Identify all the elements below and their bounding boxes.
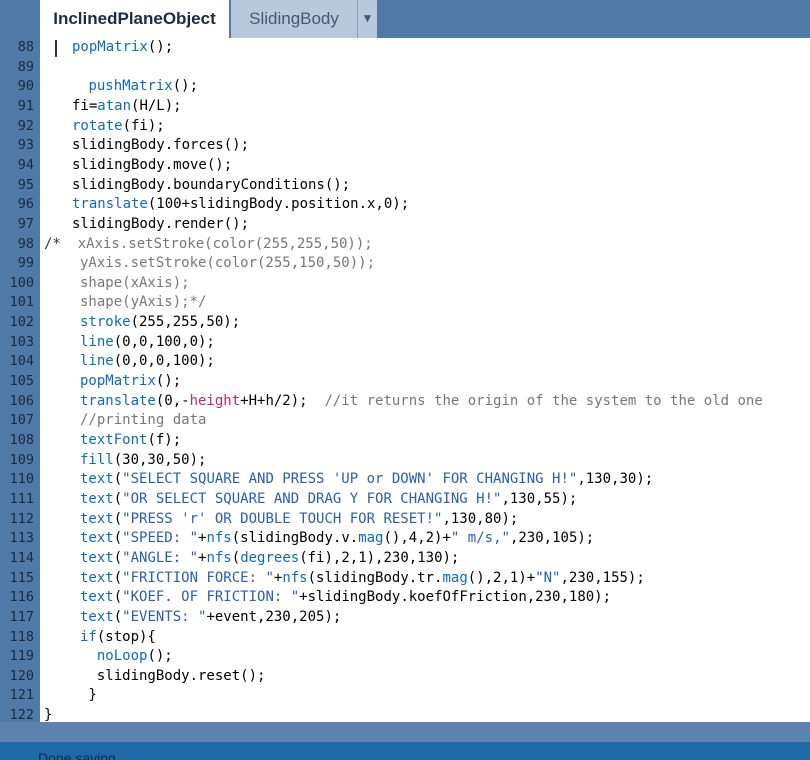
code-line: slidingBody.boundaryConditions();: [72, 176, 351, 193]
line-number: 106: [9, 392, 34, 409]
line-number: 117: [9, 608, 34, 625]
tab-menu-button[interactable]: ▼: [357, 0, 377, 38]
status-message: Done saving.: [38, 750, 120, 760]
code-line: if(stop){: [80, 628, 156, 645]
line-number: 121: [9, 687, 34, 704]
code-line: }: [80, 687, 97, 704]
code-line: slidingBody.forces();: [72, 137, 250, 154]
code-line: text("SELECT SQUARE AND PRESS 'UP or DOW…: [80, 471, 654, 488]
line-number: 114: [9, 549, 34, 566]
line-number: 93: [17, 137, 34, 154]
line-number: 96: [17, 196, 34, 213]
code-line: popMatrix();: [72, 39, 174, 55]
line-number: 103: [9, 333, 34, 350]
tab-bar: InclinedPlaneObject SlidingBody ▼: [0, 0, 810, 38]
line-number: 120: [9, 667, 34, 684]
line-number: 98: [17, 235, 34, 252]
tab-slidingbody[interactable]: SlidingBody: [231, 0, 357, 38]
code-line: pushMatrix();: [88, 78, 199, 95]
code-line: text("EVENTS: "+event,230,205);: [80, 608, 342, 625]
line-number: 91: [17, 97, 34, 114]
line-number: 110: [9, 471, 34, 488]
code-line: shape(xAxis);: [80, 274, 190, 291]
code-line: text("KOEF. OF FRICTION: "+slidingBody.k…: [80, 589, 612, 606]
code-line: translate(0,-height+H+h/2); //it returns…: [80, 392, 763, 409]
line-number: 118: [9, 628, 34, 645]
line-number: 115: [9, 569, 34, 586]
line-number: 119: [9, 648, 34, 665]
line-number: 116: [9, 589, 34, 606]
code-line: yAxis.setStroke(color(255,150,50));: [80, 255, 376, 272]
horizontal-scrollbar[interactable]: [0, 722, 810, 742]
code-line: fi=atan(H/L);: [72, 97, 182, 114]
line-number: 122: [9, 707, 34, 724]
line-number: 112: [9, 510, 34, 527]
line-number: 95: [17, 176, 34, 193]
line-number-gutter: 88 89 90 91 92 93 94 95 96 97 98 99 100 101 102 103 104 1…: [0, 38, 40, 724]
code-editor[interactable]: popMatrix(); pushMatrix(); fi=atan(H/L); r…: [40, 38, 810, 722]
line-number: 108: [9, 432, 34, 448]
code-line: }: [44, 707, 53, 722]
code-line: slidingBody.reset();: [80, 667, 266, 684]
code-line: shape(yAxis);*/: [80, 294, 207, 311]
text-cursor: [55, 40, 57, 57]
triangle-down-icon: ▼: [363, 11, 372, 25]
code-line: /* xAxis.setStroke(color(255,255,50));: [44, 235, 373, 252]
code-line: noLoop();: [96, 648, 173, 665]
status-bar: Done saving.: [0, 742, 810, 760]
code-line: text("PRESS 'r' OR DOUBLE TOUCH FOR RESE…: [80, 510, 519, 527]
code-line: rotate(fi);: [72, 117, 165, 134]
line-number: 113: [9, 530, 34, 547]
code-line: line(0,0,100,0);: [80, 333, 215, 350]
line-number: 109: [9, 451, 34, 468]
code-line: text("FRICTION FORCE: "+nfs(slidingBody.…: [80, 569, 645, 586]
code-line: textFont(f);: [80, 432, 182, 448]
code-line: line(0,0,0,100);: [80, 353, 215, 370]
line-number: 99: [17, 255, 34, 272]
tab-inclinedplaneobject[interactable]: InclinedPlaneObject: [40, 0, 229, 38]
line-number: 105: [9, 373, 34, 390]
code-line: //printing data: [80, 412, 207, 429]
code-line: text("ANGLE: "+nfs(degrees(fi),2,1),230,…: [80, 549, 460, 566]
line-number: 94: [17, 156, 34, 173]
code-line: fill(30,30,50);: [80, 451, 207, 468]
code-line: text("OR SELECT SQUARE AND DRAG Y FOR CH…: [80, 490, 578, 507]
code-line: popMatrix();: [80, 373, 182, 390]
code-line: text("SPEED: "+nfs(slidingBody.v.mag(),4…: [80, 530, 595, 547]
line-number: 90: [17, 78, 34, 95]
line-number: 107: [9, 412, 34, 429]
line-number: 97: [17, 215, 34, 232]
line-number: 100: [9, 274, 34, 291]
line-number: 102: [9, 314, 34, 331]
line-number: 104: [9, 353, 34, 370]
code-line: stroke(255,255,50);: [80, 314, 241, 331]
code-line: translate(100+slidingBody.position.x,0);: [72, 196, 410, 213]
code-line: slidingBody.render();: [72, 215, 250, 232]
code-line: slidingBody.move();: [72, 156, 233, 173]
line-number: 88: [17, 39, 34, 55]
line-number: 101: [9, 294, 34, 311]
line-number: 92: [17, 117, 34, 134]
line-number: 89: [17, 58, 34, 75]
line-number: 111: [9, 490, 34, 507]
